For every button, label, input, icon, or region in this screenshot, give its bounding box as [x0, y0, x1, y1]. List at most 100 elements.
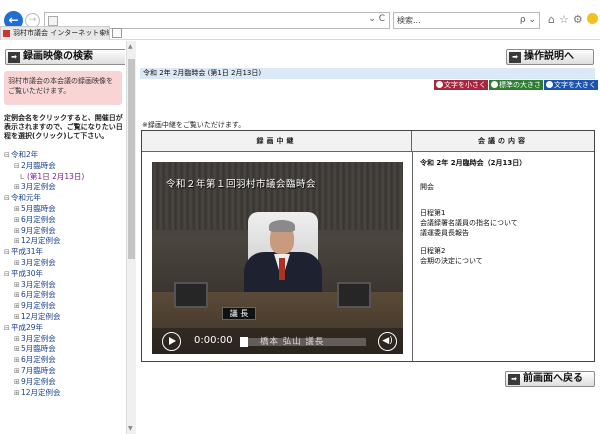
volume-button[interactable]: ◀) [378, 332, 397, 351]
play-button[interactable] [162, 332, 181, 351]
expand-icon[interactable]: ⊞ [14, 259, 21, 269]
scroll-thumb[interactable] [128, 59, 135, 259]
scroll-up-icon[interactable]: ▲ [128, 43, 133, 50]
plus-icon [546, 81, 553, 88]
browser-window: ← → ⌄ C 検索... ρ ⌄ ⌂☆⚙ 羽村市議会 インターネット中継 × … [0, 0, 600, 434]
home-icon[interactable]: ⌂ [548, 13, 559, 26]
browser-tab[interactable]: 羽村市議会 インターネット中継 × [0, 26, 110, 40]
agenda1-line2: 議運委員長報告 [420, 229, 469, 237]
expand-icon[interactable]: ⊞ [14, 205, 21, 215]
collapse-icon[interactable]: ⊟ [14, 162, 21, 172]
agenda2-line1: 会期の決定について [420, 257, 483, 265]
font-larger-label: 文字を大きく [554, 81, 596, 89]
tab-title: 羽村市議会 インターネット中継 [13, 29, 110, 37]
expand-icon[interactable]: ⊞ [14, 335, 21, 345]
video-table: 録画中継 会議の内容 令和２年第１回羽村市議会臨時会 議 長 橋本 弘山 議長 [141, 130, 595, 362]
expand-icon[interactable]: ⊞ [14, 367, 21, 377]
tree-session[interactable]: ⊞9月定例会 [4, 377, 125, 388]
tree-session[interactable]: ⊞12月定例会 [4, 236, 125, 247]
tree-session[interactable]: ⊞6月定例会 [4, 215, 125, 226]
video-monitor-left [174, 282, 208, 308]
favorites-icon[interactable]: ☆ [559, 13, 573, 26]
tree-year[interactable]: ⊟令和元年 [4, 193, 125, 204]
expand-icon[interactable]: ⊞ [14, 302, 21, 312]
expand-icon[interactable]: ⊞ [14, 227, 21, 237]
expand-icon[interactable]: ⊞ [14, 281, 21, 291]
minus-icon [436, 81, 443, 88]
collapse-icon[interactable]: ⊟ [4, 248, 11, 258]
expand-icon[interactable]: ⊞ [14, 356, 21, 366]
tree-label: 6月定例会 [21, 355, 56, 365]
tree-session[interactable]: ⊞9月定例会 [4, 226, 125, 237]
new-tab-icon[interactable] [112, 28, 122, 38]
content-title: 令和 2年 2月臨時会（2月13日） [420, 159, 527, 167]
tree-year[interactable]: ⊟平成31年 [4, 247, 125, 258]
recording-search-button[interactable]: ➡ 録画映像の検索 [5, 49, 125, 65]
tree-label: 平成29年 [11, 322, 44, 332]
tree-label: 3月定例会 [21, 333, 56, 343]
notice-box: 羽村市議会の本会議の録画映像をご覧いただけます。 [4, 71, 122, 105]
expand-icon[interactable]: ⊞ [14, 378, 21, 388]
sidebar: ➡ 録画映像の検索 羽村市議会の本会議の録画映像をご覧いただけます。 定例会名をク… [0, 41, 125, 434]
tree-session[interactable]: ⊟2月臨時会 [4, 161, 125, 172]
tree-session[interactable]: ⊞5月臨時会 [4, 344, 125, 355]
tree-session[interactable]: ⊞12月定例会 [4, 312, 125, 323]
column-divider [412, 152, 413, 361]
tree-session[interactable]: ⊞6月定例会 [4, 355, 125, 366]
close-icon[interactable]: × [99, 27, 106, 40]
refresh-icon[interactable]: ⌄ C [368, 14, 385, 24]
font-standard-button[interactable]: 標準の大きさ [489, 80, 543, 90]
branch-icon: L [20, 172, 24, 181]
collapse-icon[interactable]: ⊟ [4, 270, 11, 280]
font-larger-button[interactable]: 文字を大きく [544, 80, 598, 90]
tree-label: 3月定例会 [21, 279, 56, 289]
seek-handle[interactable] [240, 337, 248, 347]
tree-date-link[interactable]: L (第1日 2月13日) [4, 172, 125, 183]
tree-year[interactable]: ⊟平成30年 [4, 269, 125, 280]
video-player[interactable]: 令和２年第１回羽村市議会臨時会 議 長 橋本 弘山 議長 0:00:00 ◀) [152, 162, 403, 354]
tree-session[interactable]: ⊞5月臨時会 [4, 204, 125, 215]
expand-icon[interactable]: ⊞ [14, 237, 21, 247]
search-placeholder: 検索... [397, 16, 421, 25]
font-standard-label: 標準の大きさ [499, 81, 541, 89]
expand-icon[interactable]: ⊞ [14, 291, 21, 301]
tree-session[interactable]: ⊞3月定例会 [4, 334, 125, 345]
seek-bar[interactable] [240, 337, 366, 347]
arrow-right-icon: ➡ [509, 52, 521, 63]
session-tree: ⊟令和2年 ⊟2月臨時会 L (第1日 2月13日) ⊞3月定例会 ⊟令和元年 ⊞5月臨時会… [4, 150, 125, 398]
tree-year[interactable]: ⊟令和2年 [4, 150, 125, 161]
help-button[interactable]: ➡ 操作説明へ [506, 49, 594, 65]
gear-icon[interactable]: ⚙ [573, 13, 587, 26]
tree-session[interactable]: ⊞12月定例会 [4, 388, 125, 399]
chrome-icons: ⌂☆⚙ [548, 13, 598, 26]
expand-icon[interactable]: ⊞ [14, 345, 21, 355]
tab-favicon-icon [3, 30, 10, 37]
expand-icon[interactable]: ⊞ [14, 389, 21, 399]
tree-session[interactable]: ⊞3月定例会 [4, 182, 125, 193]
font-smaller-button[interactable]: 文字を小さく [434, 80, 488, 90]
tree-session[interactable]: ⊞3月定例会 [4, 280, 125, 291]
collapse-icon[interactable]: ⊟ [4, 194, 11, 204]
agenda1-head: 日程第1 [420, 209, 446, 217]
sidebar-scrollbar[interactable]: ▲ ▼ [126, 41, 136, 434]
play-icon [169, 337, 176, 345]
tree-label: 12月定例会 [21, 311, 61, 321]
arrow-right-icon: ➡ [8, 52, 20, 63]
collapse-icon[interactable]: ⊟ [4, 151, 11, 161]
tree-session[interactable]: ⊞9月定例会 [4, 301, 125, 312]
tab-bar: 羽村市議会 インターネット中継 × [0, 26, 600, 40]
collapse-icon[interactable]: ⊟ [4, 324, 11, 334]
scroll-down-icon[interactable]: ▼ [128, 425, 133, 432]
tree-session[interactable]: ⊞3月定例会 [4, 258, 125, 269]
expand-icon[interactable]: ⊞ [14, 216, 21, 226]
back-page-button[interactable]: ➡ 前画面へ戻る [505, 371, 595, 387]
tree-session[interactable]: ⊞6月定例会 [4, 290, 125, 301]
font-size-controls: 文字を小さく 標準の大きさ 文字を大きく [433, 80, 598, 90]
feedback-icon[interactable] [586, 13, 598, 24]
tree-session[interactable]: ⊞7月臨時会 [4, 366, 125, 377]
expand-icon[interactable]: ⊞ [14, 183, 21, 193]
tree-year[interactable]: ⊟平成29年 [4, 323, 125, 334]
video-speaker-hair [269, 220, 295, 232]
expand-icon[interactable]: ⊞ [14, 313, 21, 323]
browser-toolbar: ← → ⌄ C 検索... ρ ⌄ ⌂☆⚙ 羽村市議会 インターネット中継 × [0, 0, 600, 40]
